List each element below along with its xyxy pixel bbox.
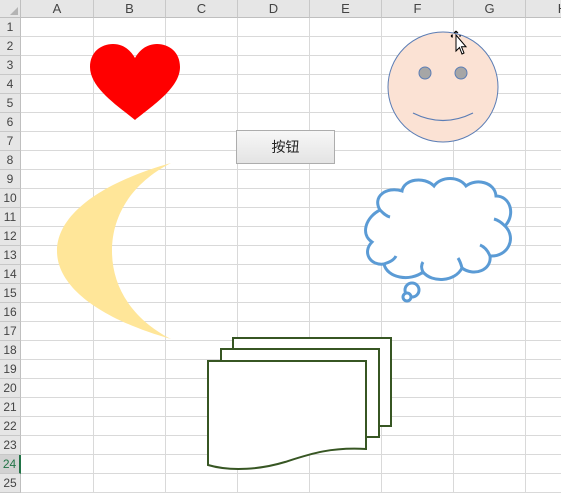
column-header[interactable]: H [526, 0, 561, 18]
column-header[interactable]: G [454, 0, 526, 18]
row-header[interactable]: 21 [0, 398, 21, 417]
row-header[interactable]: 9 [0, 170, 21, 189]
row-header[interactable]: 19 [0, 360, 21, 379]
spreadsheet-grid[interactable]: ABCDEFGH 1234567891011121314151617181920… [0, 0, 561, 493]
column-header[interactable]: A [21, 0, 94, 18]
row-header[interactable]: 24 [0, 455, 21, 474]
row-header[interactable]: 15 [0, 284, 21, 303]
column-header[interactable]: F [382, 0, 454, 18]
button[interactable]: 按钮 [236, 130, 335, 164]
row-header[interactable]: 8 [0, 151, 21, 170]
move-arrow-cursor-icon [450, 30, 468, 55]
row-header[interactable]: 6 [0, 113, 21, 132]
row-gridline [21, 473, 561, 474]
row-header[interactable]: 2 [0, 37, 21, 56]
row-header[interactable]: 14 [0, 265, 21, 284]
row-gridline [21, 36, 561, 37]
select-all-corner[interactable] [0, 0, 21, 18]
row-header[interactable]: 1 [0, 18, 21, 37]
row-header[interactable]: 10 [0, 189, 21, 208]
row-header[interactable]: 12 [0, 227, 21, 246]
smiley-face-icon[interactable] [387, 31, 499, 143]
multidocument-icon[interactable] [207, 337, 392, 470]
row-header[interactable]: 13 [0, 246, 21, 265]
row-header[interactable]: 22 [0, 417, 21, 436]
row-gridline [21, 321, 561, 322]
column-gridline [525, 18, 526, 493]
column-header[interactable]: D [238, 0, 310, 18]
moon-icon[interactable] [57, 163, 171, 339]
column-header[interactable]: E [310, 0, 382, 18]
row-header[interactable]: 25 [0, 474, 21, 493]
row-header[interactable]: 11 [0, 208, 21, 227]
row-header[interactable]: 20 [0, 379, 21, 398]
row-header[interactable]: 16 [0, 303, 21, 322]
column-header[interactable]: C [166, 0, 238, 18]
row-header[interactable]: 5 [0, 94, 21, 113]
row-header[interactable]: 18 [0, 341, 21, 360]
column-header[interactable]: B [94, 0, 166, 18]
row-header[interactable]: 23 [0, 436, 21, 455]
row-header[interactable]: 7 [0, 132, 21, 151]
row-header[interactable]: 4 [0, 75, 21, 94]
row-header[interactable]: 17 [0, 322, 21, 341]
row-gridline [21, 169, 561, 170]
row-header[interactable]: 3 [0, 56, 21, 75]
